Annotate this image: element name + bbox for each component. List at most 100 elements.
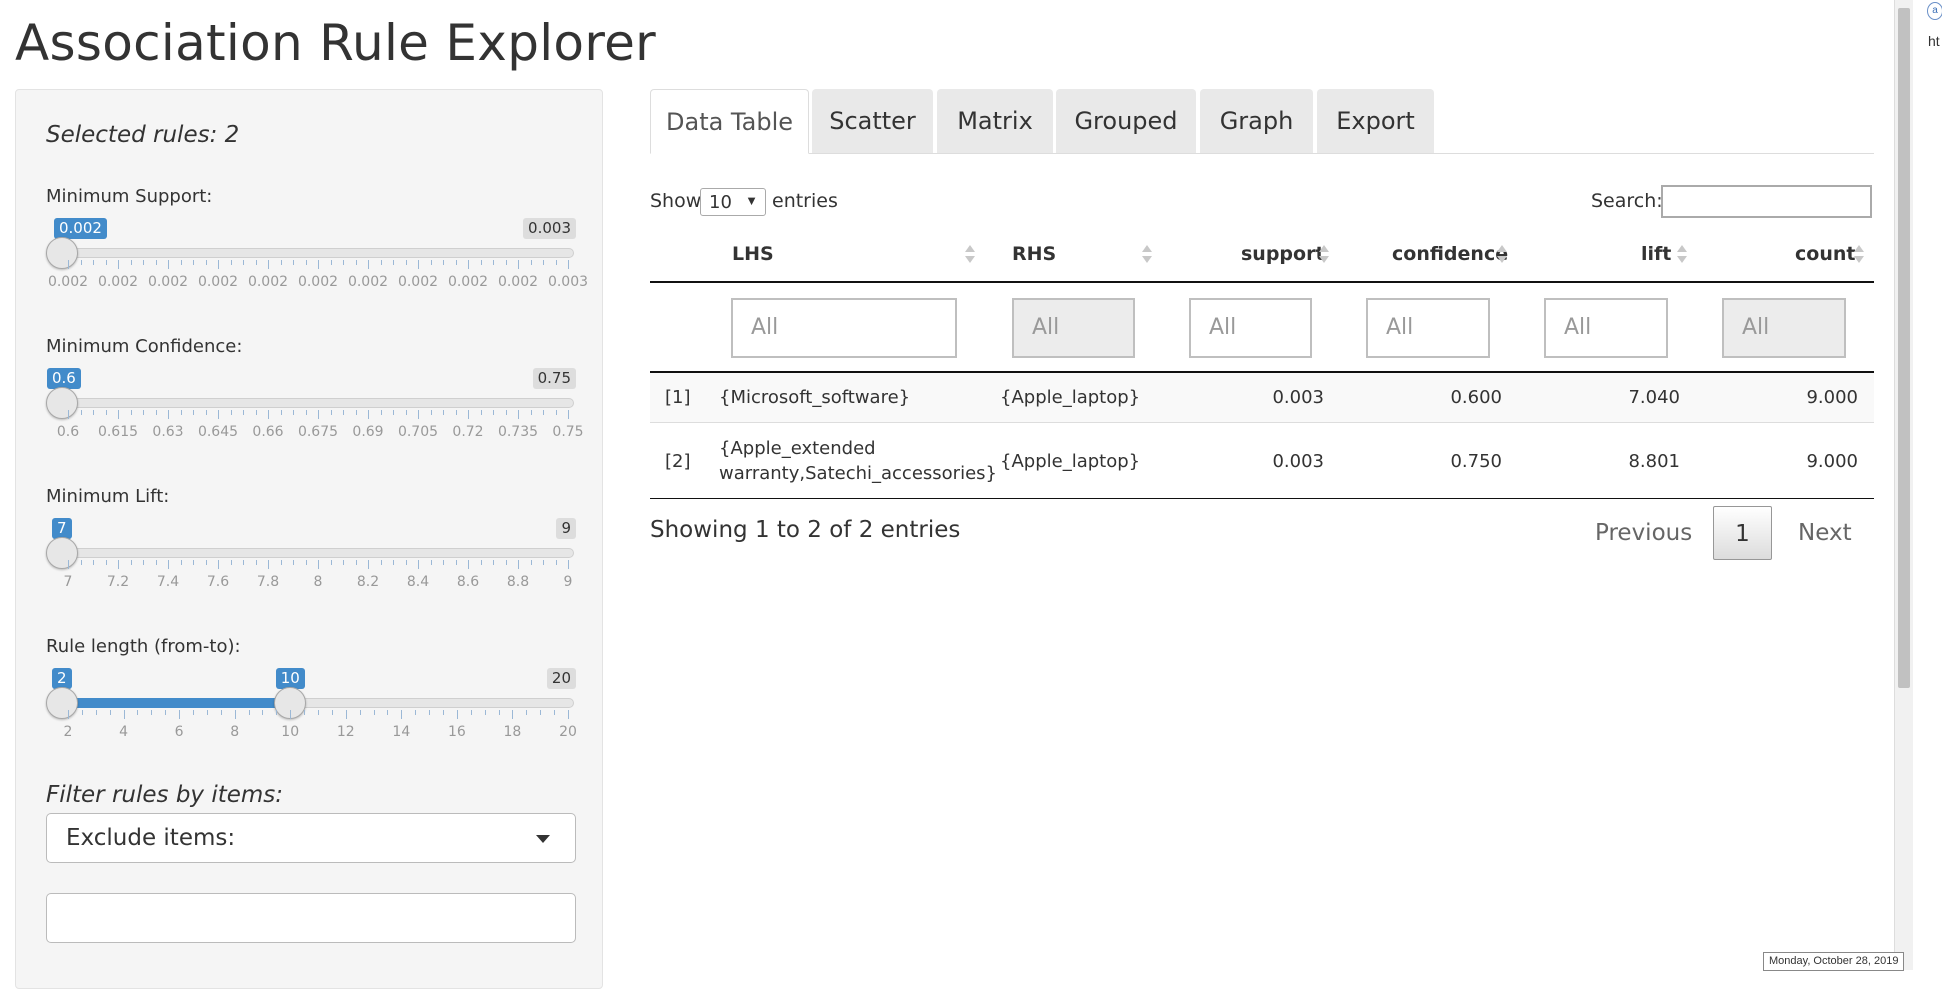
filter-lift-input[interactable]: All: [1544, 298, 1668, 358]
slider-tick: [268, 260, 269, 269]
slider-minor-tick: [343, 560, 344, 565]
slider-minor-tick: [530, 410, 532, 415]
page-button-current[interactable]: 1: [1713, 506, 1772, 560]
filter-count-input[interactable]: All: [1722, 298, 1846, 358]
sort-icon[interactable]: [1677, 243, 1687, 267]
slider-tick-label: 0.72: [452, 424, 484, 440]
slider-minor-tick: [243, 560, 244, 565]
sort-icon[interactable]: [1497, 243, 1507, 267]
cell-lift: 7.040: [1628, 387, 1680, 408]
extension-badge-icon[interactable]: a: [1927, 2, 1942, 20]
slider-minor-tick: [293, 410, 294, 415]
slider-minor-tick: [305, 410, 307, 415]
slider-minor-tick: [405, 560, 407, 565]
slider-minor-tick: [105, 410, 107, 415]
slider-minor-tick: [193, 710, 194, 715]
filter-confidence-input[interactable]: All: [1366, 298, 1490, 358]
slider-minor-tick: [543, 260, 544, 265]
tab-grouped[interactable]: Grouped: [1056, 89, 1196, 153]
column-header-rhs[interactable]: RHS: [1012, 243, 1056, 265]
slider-minor-tick: [455, 260, 457, 265]
column-header-count[interactable]: count: [1795, 243, 1855, 265]
slider-tick: [268, 410, 269, 419]
tab-matrix[interactable]: Matrix: [937, 89, 1053, 153]
slider-tick: [123, 710, 125, 719]
vertical-scrollbar[interactable]: [1894, 0, 1913, 970]
slider-tick-label: 14: [392, 724, 411, 740]
rule-length-slider[interactable]: Rule length (from-to): 2 10 20 2 4 6 8 10 12 1…: [46, 636, 577, 756]
chevron-down-icon: [536, 835, 550, 843]
slider-tick-label: 7: [63, 574, 73, 590]
slider-tick-label: 0.69: [352, 424, 384, 440]
next-button[interactable]: Next: [1798, 520, 1852, 546]
sort-icon[interactable]: [1319, 243, 1329, 267]
slider-tick-label: 9: [563, 574, 573, 590]
slider-track[interactable]: [62, 398, 574, 408]
slider-minor-tick: [380, 410, 382, 415]
sort-icon[interactable]: [1854, 243, 1864, 267]
previous-button[interactable]: Previous: [1595, 520, 1692, 546]
slider-minor-tick: [130, 260, 132, 265]
slider-tick: [518, 260, 519, 269]
filter-mode-select[interactable]: Exclude items:: [46, 813, 576, 863]
filter-support-input[interactable]: All: [1189, 298, 1312, 358]
slider-max-value: 9: [556, 518, 576, 539]
tab-data-table[interactable]: Data Table: [650, 89, 809, 154]
slider-tick: [68, 260, 69, 269]
slider-from-value: 7: [52, 518, 72, 539]
slider-from-value: 0.002: [54, 218, 107, 239]
slider-tick-label: 0.002: [97, 274, 139, 290]
tab-scatter[interactable]: Scatter: [812, 89, 933, 153]
filter-items-input[interactable]: [46, 893, 576, 943]
slider-handle[interactable]: [46, 237, 78, 269]
page-length-select[interactable]: 10 ▼: [700, 188, 766, 216]
slider-minor-tick: [430, 560, 432, 565]
page-length-value: 10: [709, 192, 732, 213]
filter-lhs-input[interactable]: All: [731, 298, 957, 358]
slider-track[interactable]: [62, 548, 574, 558]
slider-minor-tick: [180, 260, 182, 265]
slider-minor-tick: [193, 260, 194, 265]
slider-tick: [512, 710, 514, 719]
cell-lhs-continued: warranty,Satechi_accessories}: [719, 463, 997, 484]
slider-tick-label: 0.002: [347, 274, 389, 290]
slider-tick: [168, 560, 169, 569]
min-lift-slider[interactable]: Minimum Lift: 7 9 7 7.2 7.4 7.6 7.8 8 8.2 8.4 8.…: [46, 486, 576, 606]
slider-tick-label: 0.645: [197, 424, 239, 440]
slider-minor-tick: [493, 560, 494, 565]
slider-tick: [118, 410, 119, 419]
column-header-lhs[interactable]: LHS: [732, 243, 774, 265]
slider-handle[interactable]: [46, 387, 78, 419]
filter-placeholder: All: [1742, 315, 1770, 340]
scrollbar-thumb[interactable]: [1898, 8, 1910, 688]
slider-tick-label: 0.75: [552, 424, 584, 440]
slider-minor-tick: [330, 410, 332, 415]
column-header-support[interactable]: support: [1241, 243, 1325, 265]
tab-export[interactable]: Export: [1317, 89, 1434, 153]
column-header-lift[interactable]: lift: [1641, 243, 1671, 265]
table-bottom-border: [650, 498, 1874, 499]
sort-icon[interactable]: [1142, 243, 1152, 267]
slider-minor-tick: [230, 410, 232, 415]
filter-rules-title: Filter rules by items:: [46, 782, 284, 808]
slider-tick-label: 8: [313, 574, 323, 590]
slider-from-handle[interactable]: [46, 687, 78, 719]
tab-graph[interactable]: Graph: [1200, 89, 1313, 153]
slider-minor-tick: [380, 260, 382, 265]
slider-range-fill: [68, 698, 291, 708]
slider-minor-tick: [443, 260, 444, 265]
min-confidence-slider[interactable]: Minimum Confidence: 0.6 0.75 0.6 0.615 0.6…: [46, 336, 584, 456]
filter-rhs-input[interactable]: All: [1012, 298, 1135, 358]
column-header-confidence[interactable]: confidence: [1392, 243, 1508, 265]
search-input[interactable]: [1661, 185, 1872, 218]
slider-minor-tick: [330, 560, 332, 565]
min-support-slider[interactable]: Minimum Support: 0.002 0.003 0.002 0.002 0…: [46, 186, 588, 306]
slider-track[interactable]: [62, 248, 574, 258]
row-divider: [650, 422, 1874, 423]
slider-tick-label: 0.66: [252, 424, 284, 440]
sort-icon[interactable]: [965, 243, 975, 267]
slider-tick-label: 18: [503, 724, 522, 740]
slider-handle[interactable]: [46, 537, 78, 569]
slider-tick-label: 0.705: [397, 424, 439, 440]
slider-tick: [318, 260, 319, 269]
